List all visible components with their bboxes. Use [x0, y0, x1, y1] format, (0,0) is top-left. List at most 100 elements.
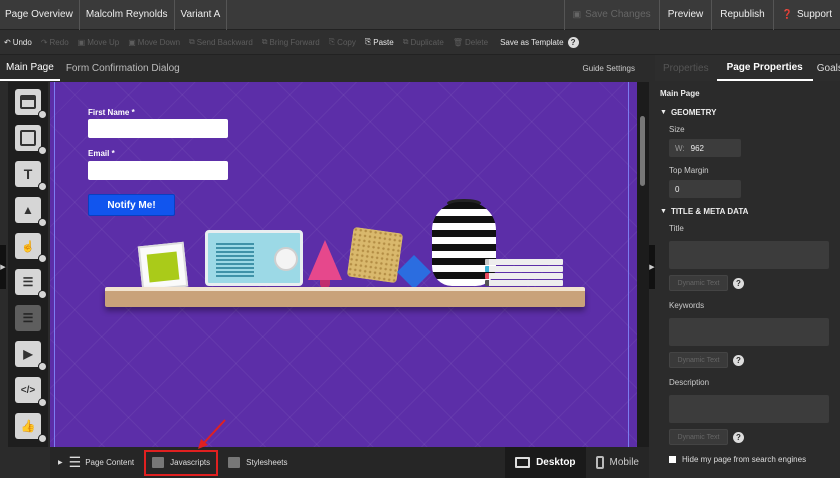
page-content-tab[interactable]: ▶ ☰ Page Content: [58, 454, 134, 471]
redo-button[interactable]: ↷ Redo: [41, 38, 69, 47]
wooden-shelf: [105, 287, 585, 307]
title-label: Title: [669, 224, 684, 233]
device-toggle: Desktop Mobile: [505, 447, 649, 478]
javascripts-tab[interactable]: Javascripts: [144, 449, 219, 476]
copy-icon: ⎘: [328, 37, 336, 46]
trash-icon: 🗑: [452, 37, 463, 47]
dynamic-text-button[interactable]: Dynamic Text: [669, 429, 728, 445]
palette-video-button[interactable]: ▶: [15, 341, 47, 371]
tab-page-properties[interactable]: Page Properties: [716, 55, 813, 81]
element-palette: T ▲ ☝ ☰ ☰ ▶ </> 👍: [8, 82, 48, 447]
meta-header-label: TITLE & META DATA: [670, 207, 749, 216]
guide-settings-link[interactable]: Guide Settings: [583, 64, 635, 73]
add-dot-icon: [38, 254, 47, 263]
email-input[interactable]: [88, 161, 228, 180]
keywords-dynamic-row: Dynamic Text ?: [669, 352, 834, 368]
move-down-label: Move Down: [137, 37, 181, 47]
page-tabs: Main Page Form Confirmation Dialog Guide…: [0, 55, 645, 81]
title-field[interactable]: [669, 241, 829, 269]
notify-me-button[interactable]: Notify Me!: [88, 194, 175, 216]
first-name-input[interactable]: [88, 119, 228, 138]
desktop-toggle[interactable]: Desktop: [505, 447, 586, 478]
stylesheets-label: Stylesheets: [246, 458, 288, 467]
save-changes-button[interactable]: ▣ Save Changes: [563, 0, 659, 30]
hamburger-icon: ☰: [68, 454, 82, 470]
page-content-label: Page Content: [85, 458, 135, 467]
palette-form-button[interactable]: ☰: [15, 269, 47, 299]
keywords-label: Keywords: [669, 301, 705, 310]
page-canvas[interactable]: First Name * Email * Notify Me!: [50, 82, 637, 447]
mobile-toggle[interactable]: Mobile: [586, 447, 649, 478]
hide-from-search-checkbox[interactable]: [669, 456, 676, 463]
palette-box-button[interactable]: [15, 125, 47, 155]
top-margin-field[interactable]: 0: [669, 180, 741, 198]
width-field[interactable]: W: 962: [669, 139, 741, 157]
duplicate-button[interactable]: ⧉ Duplicate: [403, 37, 444, 47]
blue-dice: [397, 255, 431, 289]
delete-button[interactable]: 🗑 Delete: [453, 38, 488, 47]
left-collapse-handle[interactable]: ▶: [0, 245, 6, 289]
image-icon: ▲: [22, 203, 34, 217]
help-icon[interactable]: ?: [567, 36, 579, 48]
help-icon[interactable]: ?: [733, 354, 744, 366]
tab-properties[interactable]: Properties: [655, 55, 717, 81]
right-guide-line[interactable]: [628, 82, 629, 447]
save-as-template-button[interactable]: Save as Template ?: [500, 36, 579, 48]
monitor-icon: [515, 457, 531, 468]
breadcrumb-page-name[interactable]: Malcolm Reynolds: [80, 0, 175, 30]
hide-from-search-row[interactable]: Hide my page from search engines: [669, 455, 834, 464]
delete-label: Delete: [464, 37, 489, 47]
copy-button[interactable]: ⎘ Copy: [329, 37, 356, 47]
bring-forward-button[interactable]: ⧉ Bring Forward: [262, 37, 320, 47]
breadcrumb-variant[interactable]: Variant A: [175, 0, 228, 30]
panel-tabs: Properties Page Properties Goals: [655, 55, 840, 81]
stylesheets-tab[interactable]: Stylesheets: [228, 457, 288, 468]
photo-frame: [137, 241, 189, 292]
palette-section-button[interactable]: [15, 89, 47, 119]
properties-panel: Properties Page Properties Goals Main Pa…: [655, 55, 840, 478]
redo-label: Redo: [49, 37, 69, 47]
preview-button[interactable]: Preview: [658, 0, 712, 30]
add-dot-icon: [38, 434, 47, 443]
canvas-scrollbar[interactable]: [637, 82, 649, 447]
pink-cone: [308, 240, 342, 280]
palette-lightbox-button[interactable]: ☰: [15, 305, 41, 331]
republish-button[interactable]: Republish: [711, 0, 772, 30]
tab-form-confirmation[interactable]: Form Confirmation Dialog: [60, 55, 186, 81]
duplicate-icon: ⧉: [402, 37, 409, 46]
move-down-button[interactable]: ▣ Move Down: [128, 38, 180, 47]
palette-button-button[interactable]: ☝: [15, 233, 47, 263]
support-label: Support: [796, 9, 832, 20]
redo-icon: ↷: [40, 37, 48, 47]
palette-custom-html-button[interactable]: </>: [15, 377, 47, 407]
dynamic-text-button[interactable]: Dynamic Text: [669, 275, 728, 291]
width-value: 962: [690, 143, 704, 153]
breadcrumb-page-overview[interactable]: Page Overview: [0, 0, 80, 30]
help-icon[interactable]: ?: [733, 277, 744, 289]
chevron-right-icon: ▶: [0, 264, 6, 271]
top-margin-label: Top Margin: [669, 166, 709, 175]
move-up-button[interactable]: ▣ Move Up: [78, 38, 120, 47]
description-field[interactable]: [669, 395, 829, 423]
meta-section-header[interactable]: ▼ TITLE & META DATA: [660, 207, 834, 216]
tab-main-page[interactable]: Main Page: [0, 55, 60, 81]
left-guide-line[interactable]: [54, 82, 55, 447]
palette-image-button[interactable]: ▲: [15, 197, 47, 227]
tab-goals[interactable]: Goals: [813, 55, 840, 81]
palette-text-button[interactable]: T: [15, 161, 47, 191]
geometry-section-header[interactable]: ▼ GEOMETRY: [660, 108, 834, 117]
keywords-field[interactable]: [669, 318, 829, 346]
add-dot-icon: [38, 182, 47, 191]
puzzle-piece: [346, 226, 404, 284]
panel-content: Main Page ▼ GEOMETRY Size W: 962 Top Mar…: [655, 81, 840, 464]
scrollbar-thumb[interactable]: [640, 116, 645, 186]
dynamic-text-button[interactable]: Dynamic Text: [669, 352, 728, 368]
palette-social-button[interactable]: 👍: [15, 413, 47, 443]
support-button[interactable]: ❓ Support: [772, 0, 840, 30]
help-icon[interactable]: ?: [733, 431, 744, 443]
edit-toolbar: ↶ Undo ↷ Redo ▣ Move Up ▣ Move Down ⧉ Send Ba…: [0, 30, 840, 55]
send-backward-button[interactable]: ⧉ Send Backward: [189, 37, 253, 47]
paste-button[interactable]: ⎘ Paste: [365, 37, 394, 47]
paste-label: Paste: [373, 37, 394, 47]
undo-button[interactable]: ↶ Undo: [4, 38, 32, 47]
